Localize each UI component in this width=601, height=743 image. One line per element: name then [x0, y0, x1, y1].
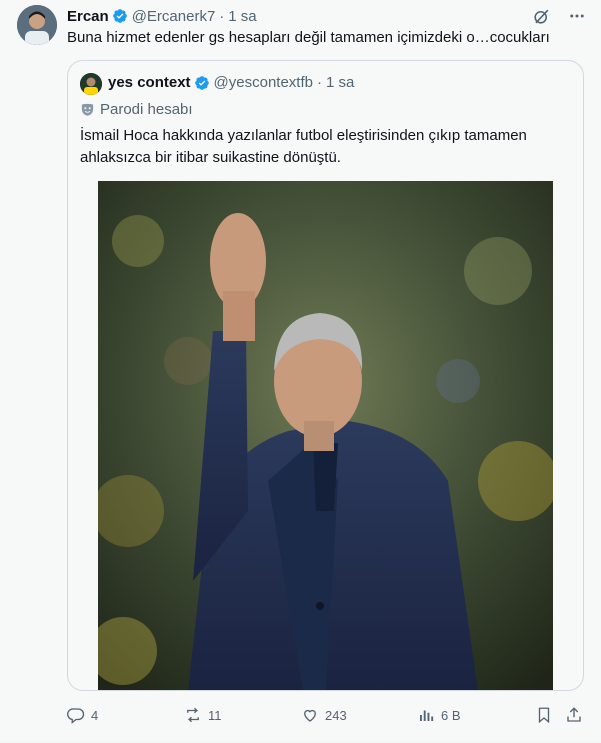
- bookmark-icon: [538, 707, 550, 724]
- reply-count: 4: [91, 707, 99, 723]
- share-button[interactable]: [565, 706, 583, 724]
- parody-label: Parodi hesabı: [80, 101, 193, 118]
- like-icon: [304, 709, 316, 722]
- quoted-photo[interactable]: [98, 181, 553, 690]
- tweet-text: Buna hizmet edenler gs hesapları değil t…: [67, 29, 550, 46]
- top-actions: [531, 6, 587, 26]
- verified-badge-icon: [194, 75, 209, 90]
- share-icon: [567, 707, 581, 722]
- views-button[interactable]: 6 B: [417, 706, 461, 724]
- quoted-timestamp[interactable]: 1 sa: [326, 74, 354, 91]
- quoted-author-avatar[interactable]: [80, 73, 102, 95]
- parody-mask-icon: [81, 103, 94, 116]
- more-icon[interactable]: [567, 6, 587, 26]
- action-bar: 4 11 243 6 B: [67, 703, 587, 727]
- reply-button[interactable]: 4: [67, 706, 98, 724]
- quoted-author-handle[interactable]: @yescontextfb: [214, 74, 313, 91]
- author-avatar[interactable]: [17, 5, 57, 45]
- parody-label-text: Parodi hesabı: [100, 101, 193, 118]
- quoted-tweet[interactable]: yes context @yescontextfb · 1 sa Parodi …: [67, 60, 584, 691]
- verified-badge-icon: [112, 9, 127, 23]
- view-count: 6 B: [441, 707, 461, 723]
- repost-icon: [187, 707, 199, 723]
- repost-count: 11: [208, 707, 222, 723]
- views-icon: [420, 710, 434, 721]
- like-button[interactable]: 243: [301, 706, 347, 724]
- bookmark-button[interactable]: [535, 706, 553, 724]
- quoted-header: yes context @yescontextfb · 1 sa: [108, 74, 354, 91]
- like-count: 243: [325, 707, 347, 723]
- separator: ·: [317, 74, 322, 91]
- quoted-text: İsmail Hoca hakkında yazılanlar futbol e…: [80, 127, 527, 166]
- reply-icon: [67, 708, 85, 724]
- tweet-header: Ercan @Ercanerk7 · 1 sa: [67, 6, 257, 26]
- tweet[interactable]: Ercan @Ercanerk7 · 1 sa Buna hizmet eden…: [0, 0, 601, 743]
- author-handle[interactable]: @Ercanerk7: [132, 8, 216, 25]
- separator: ·: [219, 7, 225, 25]
- repost-button[interactable]: 11: [184, 706, 222, 724]
- author-name[interactable]: Ercan: [67, 8, 109, 25]
- quoted-author-name[interactable]: yes context: [108, 74, 191, 91]
- timestamp[interactable]: 1 sa: [228, 8, 256, 25]
- grok-icon[interactable]: [531, 6, 551, 26]
